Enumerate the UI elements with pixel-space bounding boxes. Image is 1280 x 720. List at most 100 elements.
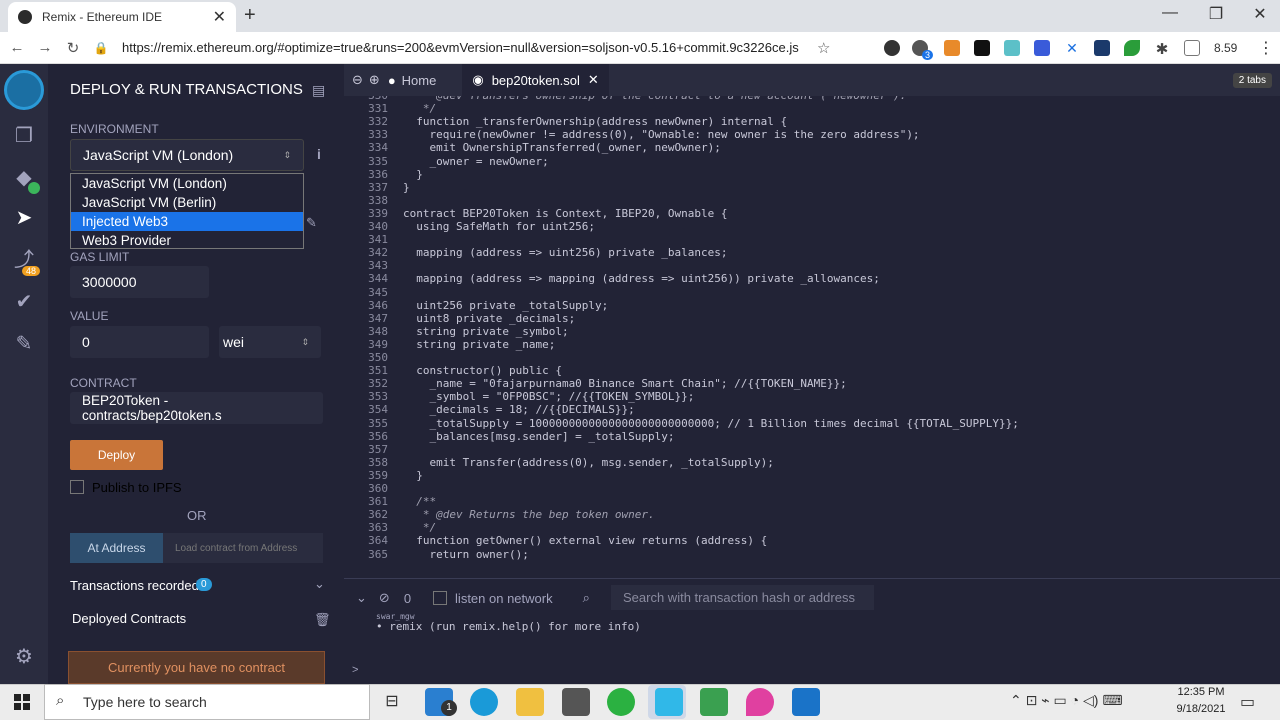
file-explorer-icon[interactable]: ❐ xyxy=(12,124,36,148)
minimize-icon[interactable]: — xyxy=(1160,4,1180,22)
file-explorer-taskbar-icon[interactable] xyxy=(516,688,544,716)
line-number: 333 xyxy=(368,128,388,142)
collapse-terminal-icon[interactable]: ⌄ xyxy=(356,590,367,606)
browser-menu-icon[interactable]: ⋮ xyxy=(1258,38,1274,58)
store-icon[interactable] xyxy=(562,688,590,716)
trash-icon[interactable]: 🗑 xyxy=(314,612,331,628)
whatsapp-icon[interactable] xyxy=(607,688,635,716)
value-unit-select[interactable]: wei ⇕ xyxy=(219,326,321,358)
plugin-manager-icon[interactable]: ✎ xyxy=(12,332,36,356)
forward-icon[interactable]: → xyxy=(34,39,56,56)
video-app-icon[interactable] xyxy=(792,688,820,716)
value-label: VALUE xyxy=(70,309,109,323)
extension-box-icon[interactable] xyxy=(1184,40,1200,56)
code-line: _balances[msg.sender] = _totalSupply; xyxy=(403,429,675,443)
at-address-button[interactable]: At Address xyxy=(70,533,163,563)
info-icon[interactable]: i xyxy=(317,146,321,162)
transaction-search-input[interactable]: Search with transaction hash or address xyxy=(611,585,874,610)
zoom-in-icon[interactable]: ⊕ xyxy=(369,72,380,88)
notification-icon[interactable]: ▭ xyxy=(1240,692,1255,712)
back-icon[interactable]: ← xyxy=(6,39,28,56)
code-line: * @dev Transfers ownership of the contra… xyxy=(403,96,906,102)
notification-badge: 48 xyxy=(22,266,41,276)
icon-panel xyxy=(0,64,48,684)
tabs-menu-button[interactable]: 2 tabs xyxy=(1232,72,1272,88)
extension-dark-icon[interactable] xyxy=(1094,40,1110,56)
deploy-run-icon[interactable]: ➤ xyxy=(12,206,36,230)
value-unit: wei xyxy=(223,334,245,350)
maximize-icon[interactable]: ❐ xyxy=(1206,4,1226,24)
tab-home[interactable]: Home xyxy=(402,73,437,88)
deploy-button[interactable]: Deploy xyxy=(70,440,163,470)
close-tab-icon[interactable]: ✕ xyxy=(213,7,226,27)
windows-start-icon[interactable] xyxy=(14,694,30,710)
option-injected-web3[interactable]: Injected Web3 xyxy=(71,212,303,231)
listen-checkbox[interactable] xyxy=(433,591,448,605)
verify-check-icon[interactable]: ✔ xyxy=(12,290,36,314)
browser-tab[interactable]: Remix - Ethereum IDE ✕ xyxy=(8,2,236,32)
tray-icons[interactable]: ⌃ ⊡ ⌁ ▭ ◔ ◁) ⌨ xyxy=(1010,692,1123,709)
code-line: * @dev Returns the bep token owner. xyxy=(403,508,655,522)
edge-icon[interactable] xyxy=(470,688,498,716)
new-tab-icon[interactable]: + xyxy=(244,4,256,27)
remix-favicon-icon xyxy=(18,10,32,24)
binance-icon[interactable] xyxy=(974,40,990,56)
close-file-icon[interactable]: ✕ xyxy=(588,72,599,88)
file-icon: ◉ xyxy=(472,72,484,87)
task-view-icon[interactable]: ⊟ xyxy=(378,688,406,716)
load-address-input[interactable]: Load contract from Address xyxy=(163,533,323,563)
or-label: OR xyxy=(187,508,207,523)
code-editor[interactable]: 330 * @dev Transfers ownership of the co… xyxy=(344,96,1280,578)
clear-console-icon[interactable]: ⊘ xyxy=(379,590,390,606)
extension-blue-icon[interactable] xyxy=(1034,40,1050,56)
line-number: 360 xyxy=(368,482,388,495)
docs-icon[interactable]: ▤ xyxy=(312,82,325,99)
line-number: 343 xyxy=(368,259,388,273)
line-number: 351 xyxy=(368,364,388,378)
taskbar-search[interactable]: Type here to search xyxy=(44,684,370,720)
gas-limit-input[interactable]: 3000000 xyxy=(70,266,209,298)
publish-ipfs-checkbox[interactable] xyxy=(70,480,84,494)
option-berlin[interactable]: JavaScript VM (Berlin) xyxy=(71,193,303,212)
extension-teal-icon[interactable] xyxy=(1004,40,1020,56)
option-london[interactable]: JavaScript VM (London) xyxy=(71,174,303,193)
terminal-prompt[interactable]: > xyxy=(352,664,358,676)
settings-gear-icon[interactable]: ⚙ xyxy=(12,645,36,669)
environment-select[interactable]: JavaScript VM (London) ⇕ xyxy=(70,139,304,171)
line-number: 361 xyxy=(368,495,388,509)
chevron-down-icon[interactable]: ⌄ xyxy=(314,576,325,592)
extensions-puzzle-icon[interactable]: ✱ xyxy=(1154,40,1170,58)
taskbar-search-label: Type here to search xyxy=(83,694,207,710)
value-input[interactable]: 0 xyxy=(70,326,209,358)
paint-app-icon[interactable] xyxy=(746,688,774,716)
line-number: 335 xyxy=(368,154,388,168)
metamask-icon[interactable] xyxy=(944,40,960,56)
close-window-icon[interactable]: ✕ xyxy=(1250,4,1270,24)
extension-leaf-icon[interactable] xyxy=(1124,40,1140,56)
line-number: 345 xyxy=(368,285,388,299)
option-web3-provider[interactable]: Web3 Provider xyxy=(71,231,303,250)
extension-arrow-icon[interactable]: ✕ xyxy=(1064,40,1080,56)
reload-icon[interactable]: ↻ xyxy=(62,39,84,57)
cube-app-icon[interactable] xyxy=(655,688,683,716)
sheet-app-icon[interactable] xyxy=(700,688,728,716)
extension-cube-icon[interactable] xyxy=(884,40,900,56)
url-field[interactable]: https://remix.ethereum.org/#optimize=tru… xyxy=(122,40,799,55)
code-line: mapping (address => uint256) private _ba… xyxy=(403,246,728,260)
lock-icon[interactable]: 🔒 xyxy=(90,41,112,55)
code-line: } xyxy=(403,180,410,194)
contract-select[interactable]: BEP20Token - contracts/bep20token.s xyxy=(70,392,323,424)
remix-logo-icon[interactable] xyxy=(4,70,44,110)
code-line: _owner = newOwner; xyxy=(403,154,549,168)
star-icon[interactable]: ☆ xyxy=(813,39,835,57)
tab-file[interactable]: ◉ bep20token.sol ✕ xyxy=(462,64,609,96)
zoom-out-icon[interactable]: ⊖ xyxy=(352,72,363,88)
line-number: 350 xyxy=(368,351,388,364)
line-number: 347 xyxy=(368,311,388,325)
deployed-contracts-label: Deployed Contracts xyxy=(72,611,187,626)
line-number: 341 xyxy=(368,233,388,247)
edit-icon[interactable]: ✎ xyxy=(306,215,317,231)
line-number: 334 xyxy=(368,141,388,155)
environment-dropdown: JavaScript VM (London) JavaScript VM (Be… xyxy=(70,173,304,249)
code-line: /** xyxy=(403,495,437,509)
